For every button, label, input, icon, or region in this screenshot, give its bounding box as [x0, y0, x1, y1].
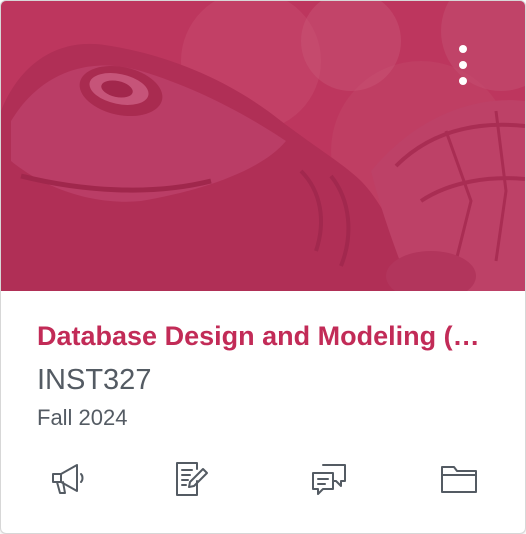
kebab-dot — [459, 61, 467, 69]
course-title-link[interactable]: Database Design and Modeling (INST327) — [37, 319, 487, 353]
assignments-document-edit-icon — [176, 462, 208, 496]
kebab-vertical-icon[interactable] — [451, 41, 475, 89]
course-card-actions — [1, 453, 525, 513]
kebab-dot — [459, 77, 467, 85]
announcements-megaphone-icon — [52, 464, 84, 494]
files-folder-icon — [441, 466, 477, 493]
discussions-button[interactable] — [303, 453, 355, 505]
kebab-dot — [459, 45, 467, 53]
discussions-chat-icon — [312, 464, 346, 495]
course-term: Fall 2024 — [37, 405, 128, 430]
files-button[interactable] — [433, 453, 485, 505]
course-card: Database Design and Modeling (INST327) I… — [0, 0, 526, 534]
terrapin-statue-image — [1, 1, 525, 291]
course-card-info: Database Design and Modeling (INST327) I… — [37, 291, 487, 431]
announcements-button[interactable] — [41, 453, 93, 505]
assignments-button[interactable] — [165, 453, 217, 505]
course-code: INST327 — [37, 364, 152, 396]
course-card-hero-image[interactable] — [1, 1, 525, 291]
